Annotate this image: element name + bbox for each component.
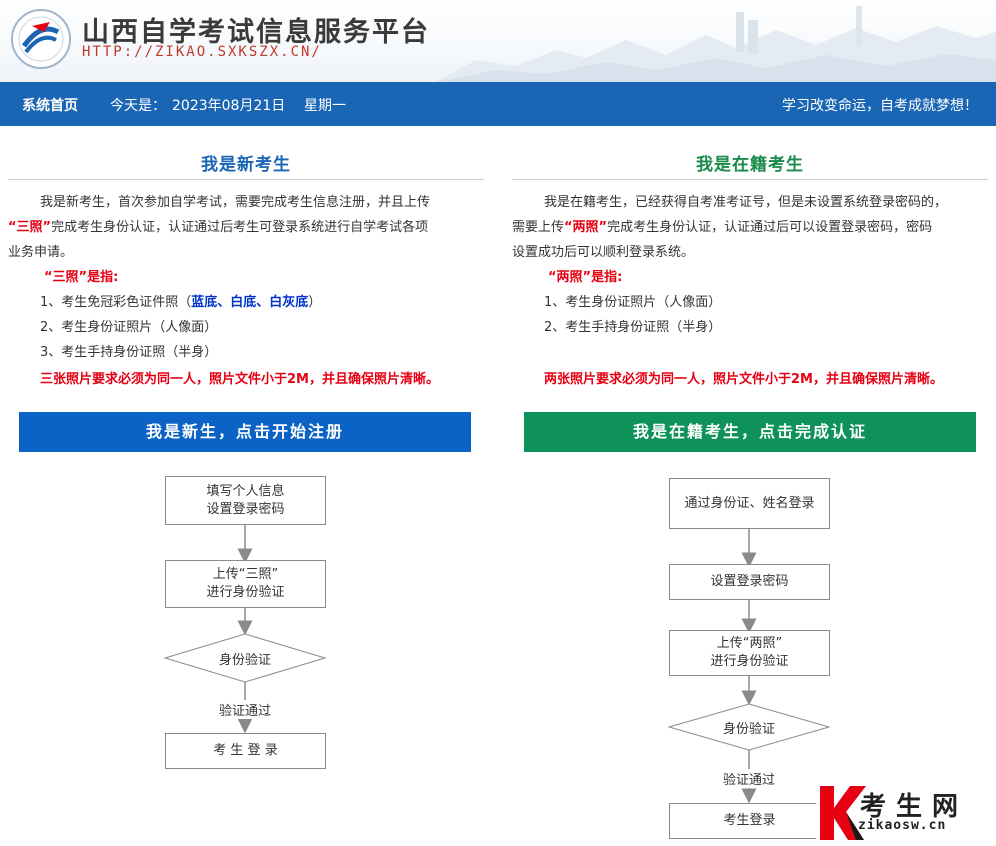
current-weekday: 星期一 <box>304 98 346 114</box>
skyline-illustration <box>436 6 996 82</box>
flow-step-fill-info: 填写个人信息 设置登录密码 <box>165 476 326 525</box>
watermark-url: zikaosw.cn <box>858 818 947 833</box>
decision-label: 身份验证 <box>218 653 271 668</box>
date-label: 今天是： <box>110 98 166 114</box>
flow-step-text: 填写个人信息 <box>206 483 285 499</box>
slogan: 学习改变命运，自考成就梦想！ <box>782 98 978 114</box>
pass-label: 验证通过 <box>185 700 305 719</box>
flow-step-login: 考生登录 <box>669 803 830 839</box>
flow-step-text: 进行身份验证 <box>710 654 789 669</box>
flow-step-text: 进行身份验证 <box>206 585 285 600</box>
flow-step-text: 上传“三照” <box>212 567 279 582</box>
nav-bar: 系统首页 今天是： 2023年08月21日 星期一 学习改变命运，自考成就梦想！ <box>0 82 996 126</box>
current-date: 2023年08月21日 <box>172 98 286 114</box>
logo-icon <box>11 9 71 69</box>
flow-step-set-password: 设置登录密码 <box>669 564 830 600</box>
site-header: 山西自学考试信息服务平台 HTTP://ZIKAO.SXKSZX.CN/ <box>0 0 996 82</box>
decision-label: 身份验证 <box>722 722 775 737</box>
flow-step-text: 设置登录密码 <box>206 501 285 517</box>
flow-step-login: 考 生 登 录 <box>165 733 326 769</box>
flow-step-text: 上传“两照” <box>716 636 783 651</box>
nav-home-link[interactable]: 系统首页 <box>22 95 78 115</box>
site-url: HTTP://ZIKAO.SXKSZX.CN/ <box>82 44 322 60</box>
flow-step-upload: 上传“两照” 进行身份验证 <box>669 630 830 676</box>
flow-step-login-id: 通过身份证、姓名登录 <box>669 478 830 529</box>
pass-label: 验证通过 <box>689 769 809 788</box>
flow-step-upload: 上传“三照” 进行身份验证 <box>165 560 326 608</box>
